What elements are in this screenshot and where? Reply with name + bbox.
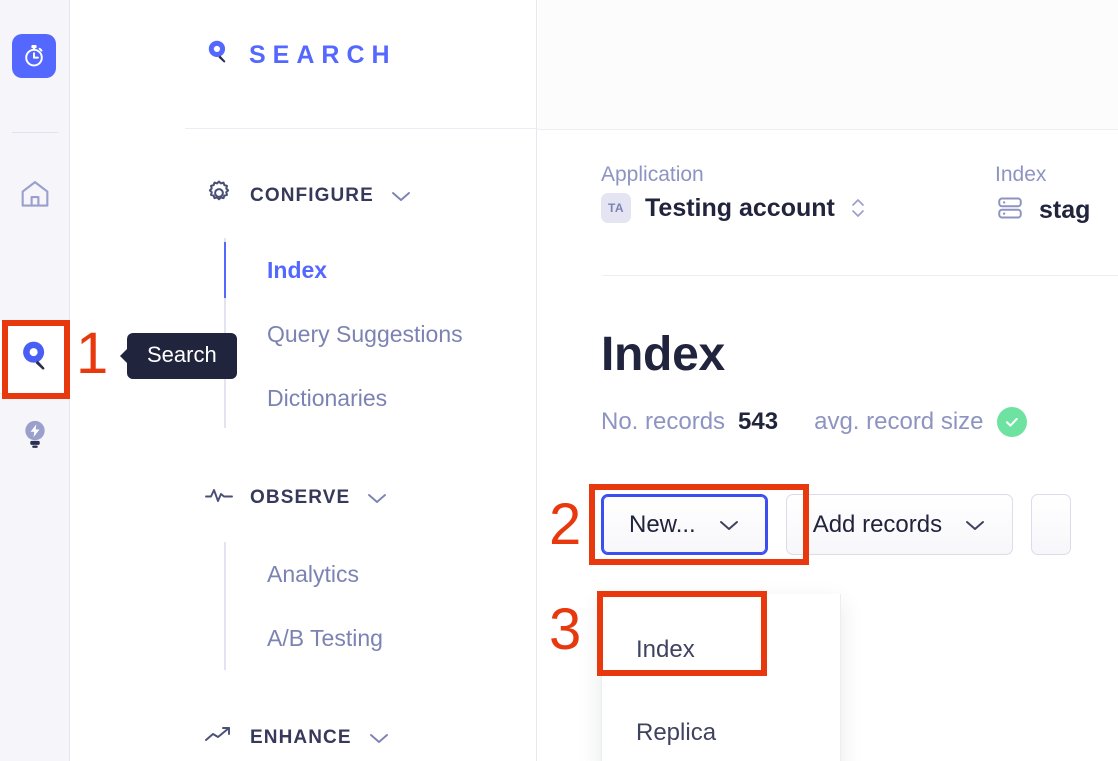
new-button-label: New... xyxy=(629,510,696,538)
nav-sublist-observe: Analytics A/B Testing xyxy=(224,542,554,670)
dropdown-item-replica[interactable]: Replica xyxy=(602,691,840,761)
index-selector[interactable]: Index stag xyxy=(995,164,1090,228)
sidebar-brand: SEARCH xyxy=(205,38,397,73)
search-magnifier-icon xyxy=(18,338,52,379)
index-name: stag xyxy=(1039,196,1091,224)
new-dropdown-menu: Index Replica xyxy=(601,594,841,761)
sidebar-item-ab-testing[interactable]: A/B Testing xyxy=(226,606,554,670)
chevron-down-icon xyxy=(366,491,388,505)
icon-rail xyxy=(0,0,70,761)
records-value: 543 xyxy=(738,408,779,435)
overflow-button-partial[interactable] xyxy=(1031,494,1072,555)
application-avatar: TA xyxy=(601,193,631,223)
chevron-down-icon xyxy=(718,511,740,539)
nav-group-enhance[interactable]: ENHANCE xyxy=(204,723,390,752)
application-selector[interactable]: Application TA Testing account xyxy=(601,164,867,223)
page-stats: No. records 543 avg. record size xyxy=(601,407,1027,437)
nav-group-label: OBSERVE xyxy=(250,486,351,508)
lightbulb-bolt-icon xyxy=(19,417,51,456)
action-buttons: New... Add records xyxy=(601,494,1072,555)
tooltip-label: Search xyxy=(147,342,217,367)
activity-pulse-icon xyxy=(204,483,234,512)
chevron-down-icon xyxy=(390,189,412,203)
application-selector-value[interactable]: TA Testing account xyxy=(601,193,867,223)
avg-record-size-label: avg. record size xyxy=(814,408,984,435)
index-selector-label: Index xyxy=(995,163,1047,186)
sidebar-brand-label: SEARCH xyxy=(249,41,397,69)
new-button[interactable]: New... xyxy=(601,494,768,555)
algolia-stopwatch-logo-icon[interactable] xyxy=(12,34,56,78)
annotation-number-1: 1 xyxy=(76,321,109,386)
gear-icon xyxy=(204,178,234,213)
sidebar-item-index[interactable]: Index xyxy=(224,238,554,302)
nav-group-label: ENHANCE xyxy=(250,726,352,748)
records-label: No. records xyxy=(601,408,726,435)
application-selector-label: Application xyxy=(601,163,704,186)
search-magnifier-icon xyxy=(205,38,231,73)
app-root: SEARCH CONFIGURE Index Query Suggestions… xyxy=(0,0,1118,761)
rail-divider xyxy=(12,132,58,133)
page-title: Index xyxy=(601,328,725,381)
trending-up-icon xyxy=(204,723,234,752)
annotation-number-3: 3 xyxy=(549,597,582,662)
chevron-down-icon xyxy=(368,731,390,745)
selector-row-divider xyxy=(602,275,1118,276)
sidebar-item-analytics[interactable]: Analytics xyxy=(226,542,554,606)
sidebar-item-query-suggestions[interactable]: Query Suggestions xyxy=(226,302,554,366)
nav-group-configure[interactable]: CONFIGURE xyxy=(204,178,412,213)
sidebar-divider xyxy=(185,128,581,129)
nav-group-observe[interactable]: OBSERVE xyxy=(204,483,388,512)
add-records-button[interactable]: Add records xyxy=(785,494,1014,555)
index-selector-value[interactable]: stag xyxy=(995,193,1090,228)
nav-group-label: CONFIGURE xyxy=(250,184,374,206)
check-circle-icon xyxy=(996,407,1027,437)
chevron-down-icon xyxy=(964,511,986,539)
nav-sublist-configure: Index Query Suggestions Dictionaries xyxy=(224,238,554,428)
rail-item-search[interactable] xyxy=(0,322,69,394)
rail-item-recommend[interactable] xyxy=(0,400,69,472)
dropdown-item-index[interactable]: Index xyxy=(602,608,840,691)
sidebar: SEARCH CONFIGURE Index Query Suggestions… xyxy=(70,0,581,761)
home-icon xyxy=(18,177,52,216)
tooltip-search: Search xyxy=(127,333,237,379)
sidebar-item-dictionaries[interactable]: Dictionaries xyxy=(226,366,554,430)
main-topbar xyxy=(538,0,1118,130)
database-server-icon xyxy=(995,193,1025,228)
rail-item-home[interactable] xyxy=(0,160,69,232)
application-name: Testing account xyxy=(645,193,835,222)
annotation-number-2: 2 xyxy=(549,492,582,557)
add-records-button-label: Add records xyxy=(812,510,943,538)
chevron-up-down-icon[interactable] xyxy=(849,195,867,221)
